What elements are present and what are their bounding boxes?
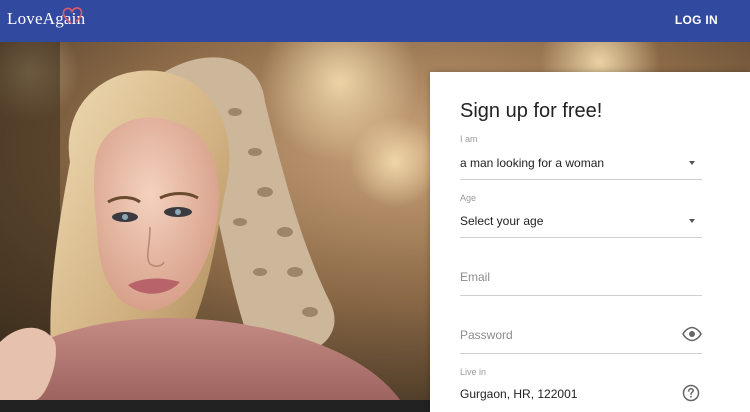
live-in-label: Live in bbox=[460, 367, 487, 377]
password-field[interactable]: Password bbox=[460, 328, 513, 342]
age-label: Age bbox=[460, 193, 477, 203]
divider bbox=[460, 353, 702, 354]
email-field[interactable]: Email bbox=[460, 270, 490, 284]
login-button[interactable]: LOG IN bbox=[675, 13, 718, 27]
heart-icon bbox=[62, 7, 83, 24]
age-select[interactable]: Select your age bbox=[460, 214, 543, 228]
question-circle-icon[interactable] bbox=[682, 384, 700, 402]
i-am-label: I am bbox=[460, 134, 478, 144]
signup-card: Sign up for free! I am a man looking for… bbox=[430, 72, 750, 412]
live-in-field[interactable]: Gurgaon, HR, 122001 bbox=[460, 387, 577, 401]
divider bbox=[460, 179, 702, 180]
caret-down-icon[interactable] bbox=[689, 161, 695, 165]
caret-down-icon[interactable] bbox=[689, 219, 695, 223]
divider bbox=[460, 237, 702, 238]
divider bbox=[460, 295, 702, 296]
eye-icon[interactable] bbox=[682, 326, 702, 342]
top-bar: LoveAgain LOG IN bbox=[0, 0, 750, 42]
i-am-select[interactable]: a man looking for a woman bbox=[460, 156, 604, 170]
signup-title: Sign up for free! bbox=[460, 100, 603, 122]
logo[interactable]: LoveAgain bbox=[7, 7, 85, 29]
